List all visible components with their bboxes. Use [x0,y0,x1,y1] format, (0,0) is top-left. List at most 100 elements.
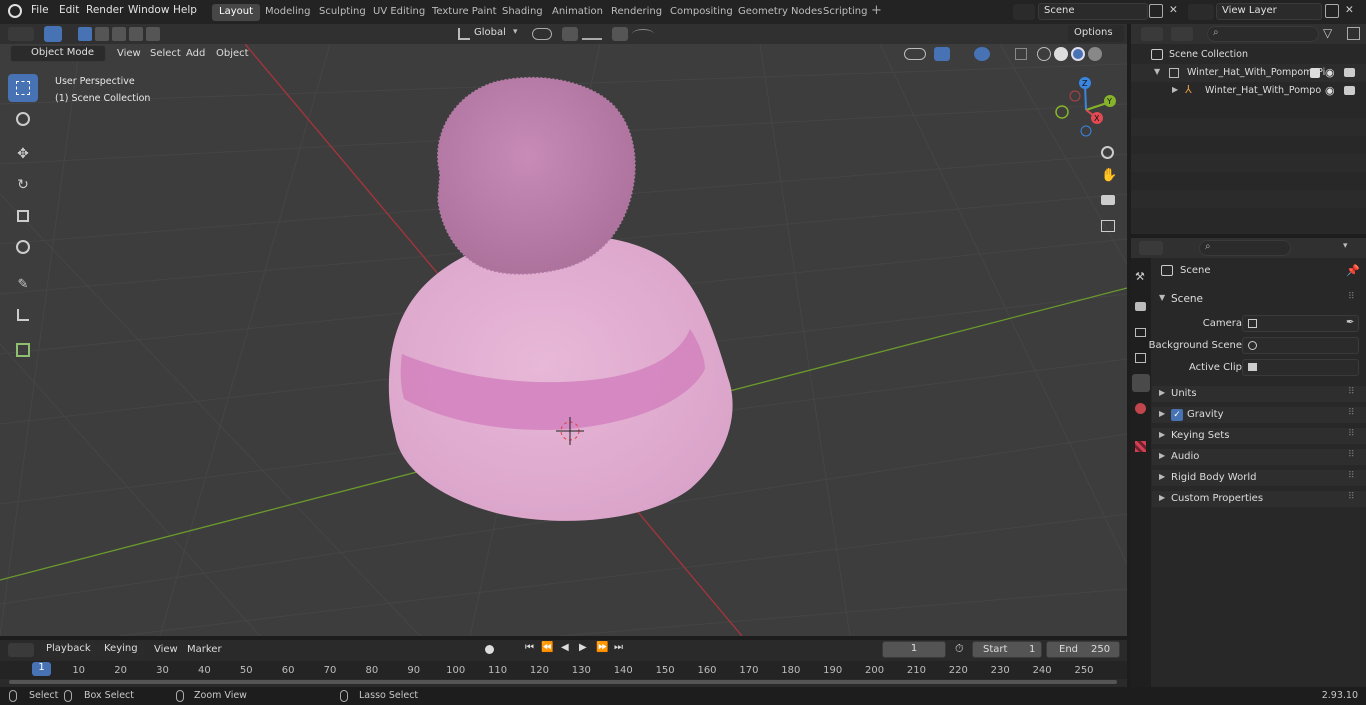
camera-view-icon[interactable] [1101,195,1115,205]
options-dropdown[interactable]: Options [1068,25,1124,42]
shading-wireframe-icon[interactable] [1037,47,1051,61]
texture-tab-icon[interactable] [1135,441,1146,452]
visibility-eye-icon[interactable]: ◉ [1325,66,1335,79]
snap-target-icon[interactable] [582,28,602,40]
jump-start-icon[interactable]: ⏮ [525,642,534,653]
new-scene-icon[interactable] [1149,4,1163,18]
drag-handle-icon[interactable]: ⠿ [1348,292,1355,302]
play-icon[interactable]: ▶ [579,642,587,653]
expand-arrow-icon[interactable]: ▶ [1172,85,1178,94]
tab-modeling[interactable]: Modeling [258,4,318,21]
select-mode-intersect-icon[interactable] [146,27,160,41]
menu-edit[interactable]: Edit [59,4,79,16]
perspective-toggle-icon[interactable] [1101,220,1115,232]
drag-handle-icon[interactable]: ⠿ [1348,387,1355,397]
pin-icon[interactable]: 📌 [1346,264,1360,277]
menu-render[interactable]: Render [86,4,123,16]
playhead-marker[interactable]: 1 [32,662,51,676]
tab-layout[interactable]: Layout [212,4,260,21]
select-mode-subtract-icon[interactable] [112,27,126,41]
scale-tool[interactable] [8,202,38,230]
outliner-display-mode-icon[interactable] [1171,27,1193,41]
outliner-row[interactable]: ▼ Winter_Hat_With_Pompom_Pi ◉ [1131,64,1366,82]
panel-keying-sets[interactable]: ▶ Keying Sets ⠿ [1152,428,1366,444]
stopwatch-icon[interactable]: ⏱ [955,642,964,656]
timeline-menu-keying[interactable]: Keying [98,641,144,658]
properties-editor-icon[interactable] [1139,241,1163,255]
shading-material-icon[interactable] [1071,47,1085,61]
chevron-down-icon[interactable]: ▾ [1343,241,1348,251]
panel-custom-properties[interactable]: ▶ Custom Properties ⠿ [1152,491,1366,507]
object-mode-dropdown[interactable]: Object Mode [10,45,106,62]
view-layer-field[interactable]: View Layer [1216,3,1322,20]
gizmo-toggle-icon[interactable] [934,47,950,61]
exclude-checkbox-icon[interactable] [1310,68,1320,78]
timeline-editor[interactable]: Playback Keying View Marker ⏮ ⏪ ◀ ▶ ⏩ ⏭ … [0,640,1127,687]
outliner-editor-icon[interactable] [1141,27,1163,41]
blender-logo-icon[interactable] [8,4,22,18]
current-frame-field[interactable]: 1 [882,641,946,658]
drag-handle-icon[interactable]: ⠿ [1348,492,1355,502]
menu-file[interactable]: File [31,4,49,16]
new-view-layer-icon[interactable] [1325,4,1339,18]
panel-units[interactable]: ▶ Units ⠿ [1152,386,1366,402]
scene-selector-icon[interactable] [1013,4,1035,20]
shading-rendered-icon[interactable] [1088,47,1102,61]
tab-uv-editing[interactable]: UV Editing [366,4,432,21]
tab-compositing[interactable]: Compositing [663,4,740,21]
world-tab-icon[interactable] [1135,403,1146,414]
viewport-visibility-icon[interactable] [904,48,926,60]
select-mode-invert-icon[interactable] [129,27,143,41]
delete-view-layer-icon[interactable]: ✕ [1345,4,1354,16]
timeline-menu-marker[interactable]: Marker [187,644,222,655]
drag-handle-icon[interactable]: ⠿ [1348,408,1355,418]
outliner-row-root[interactable]: Scene Collection [1131,46,1366,64]
background-scene-field[interactable] [1242,337,1359,354]
delete-scene-icon[interactable]: ✕ [1169,4,1178,16]
cursor-tool[interactable] [8,105,38,133]
tab-animation[interactable]: Animation [545,4,610,21]
select-box-tool[interactable] [8,74,38,102]
3d-viewport[interactable]: User Perspective (1) Scene Collection ✥ … [0,44,1127,636]
menu-help[interactable]: Help [173,4,197,16]
view-layer-tab-icon[interactable] [1135,353,1146,363]
viewport-menu-view[interactable]: View [117,48,141,59]
camera-field[interactable] [1242,315,1359,332]
timeline-menu-playback[interactable]: Playback [40,641,97,658]
render-camera-icon[interactable] [1344,86,1355,95]
measure-tool[interactable] [8,301,38,329]
tab-texture-paint[interactable]: Texture Paint [425,4,504,21]
transform-tool[interactable] [8,233,38,261]
outliner-row[interactable]: ▶ ⅄ Winter_Hat_With_Pompo ◉ [1131,82,1366,100]
jump-prev-keyframe-icon[interactable]: ⏪ [541,642,553,653]
drag-handle-icon[interactable]: ⠿ [1348,429,1355,439]
menu-window[interactable]: Window [128,4,169,16]
filter-icon[interactable]: ▽ [1323,26,1332,40]
outliner-search-input[interactable] [1207,26,1319,42]
xray-toggle-icon[interactable] [1015,48,1027,60]
navigation-gizmo[interactable]: Z Y X [1052,72,1122,142]
proportional-edit-icon[interactable] [612,27,628,41]
viewport-menu-select[interactable]: Select [150,48,181,59]
timeline-scrollbar[interactable] [9,680,1117,684]
tab-sculpting[interactable]: Sculpting [312,4,373,21]
add-workspace-button[interactable]: + [871,3,882,18]
overlay-toggle-icon[interactable] [974,47,990,61]
tab-shading[interactable]: Shading [495,4,550,21]
panel-gravity[interactable]: ▶ ✓ Gravity ⠿ [1152,407,1366,423]
scene-tab-icon[interactable] [1132,374,1150,392]
timeline-menu-view[interactable]: View [154,644,178,655]
visibility-eye-icon[interactable]: ◉ [1325,84,1335,97]
zoom-view-icon[interactable] [1101,146,1114,159]
select-tool-icon[interactable] [44,26,62,42]
jump-end-icon[interactable]: ⏭ [614,642,623,653]
expand-arrow-icon[interactable]: ▼ [1154,67,1160,76]
select-mode-extend-icon[interactable] [95,27,109,41]
viewport-menu-add[interactable]: Add [186,48,205,59]
jump-next-keyframe-icon[interactable]: ⏩ [596,642,608,653]
timeline-editor-icon[interactable] [8,643,34,657]
move-tool[interactable]: ✥ [8,140,38,168]
panel-scene-header[interactable]: ▼ Scene ⠿ [1152,292,1366,308]
snap-toggle-icon[interactable] [562,27,578,41]
tab-scripting[interactable]: Scripting [816,4,874,21]
